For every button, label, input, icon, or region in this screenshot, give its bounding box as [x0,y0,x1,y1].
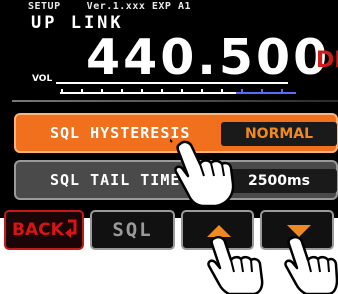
pointing-hand-icon [207,236,264,294]
back-button[interactable]: BACK [4,210,84,250]
signal-meter [60,89,296,94]
menu-item-label: SQL TAIL TIME [50,171,181,189]
frequency-display: 440.500 [86,29,331,86]
volume-bar [56,82,288,84]
menu-item-value: 2500ms [221,169,337,193]
divider [12,100,338,102]
digital-mode-indicator: DN [316,48,338,73]
pointing-hand-icon [284,236,338,294]
status-line: SETUP Ver.1.xxx EXP A1 [28,1,192,12]
pointing-hand-icon [170,138,235,208]
vol-label: VOL [32,74,53,84]
menu-item-value: NORMAL [221,122,337,146]
return-arrow-icon [65,219,77,238]
back-label: BACK [12,220,64,240]
sql-button[interactable]: SQL [90,210,175,250]
sql-label: SQL [112,219,153,241]
